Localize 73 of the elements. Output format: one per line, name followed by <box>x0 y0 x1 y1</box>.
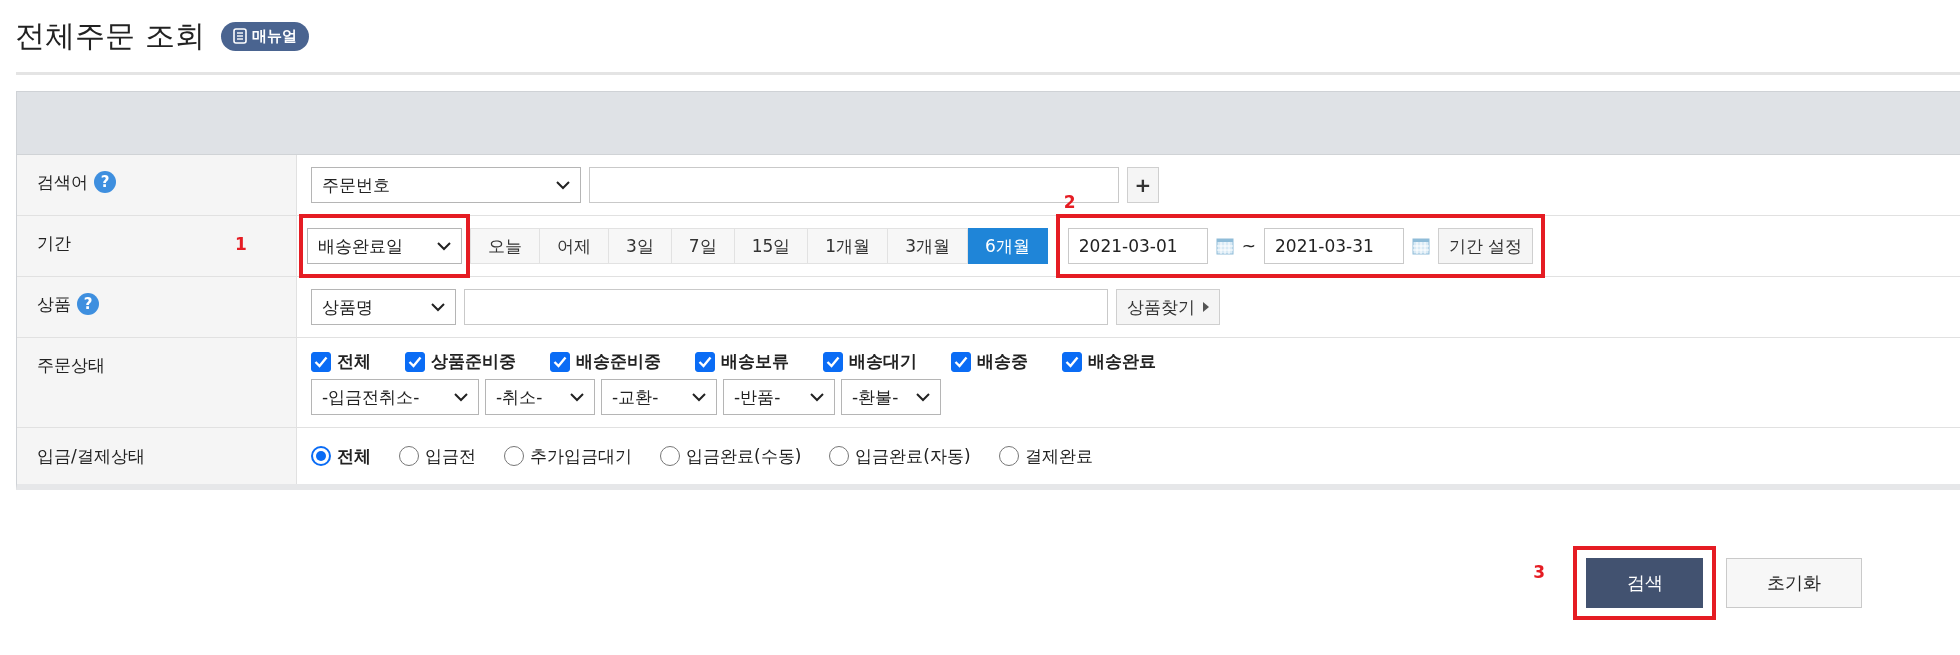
checkbox-label: 배송완료 <box>1088 350 1156 373</box>
checkbox[interactable] <box>951 351 971 372</box>
chevron-down-icon <box>454 392 468 402</box>
chevron-down-icon <box>431 302 445 312</box>
search-button[interactable]: 검색 <box>1586 558 1703 608</box>
period-tab[interactable]: 3개월 <box>888 228 968 264</box>
chevron-down-icon <box>570 392 584 402</box>
radio-button[interactable] <box>311 446 331 466</box>
set-period-button[interactable]: 기간 설정 <box>1438 228 1534 264</box>
radio-label: 전체 <box>337 444 371 468</box>
checkbox-label: 배송중 <box>977 350 1028 373</box>
radio-label: 결제완료 <box>1024 444 1093 468</box>
chevron-down-icon <box>692 392 706 402</box>
dropdown[interactable]: 배송완료일 <box>307 228 462 264</box>
period-tab[interactable]: 오늘 <box>471 228 540 264</box>
checkbox-label: 전체 <box>337 350 371 373</box>
field-label: 상품 <box>37 293 71 316</box>
dropdown[interactable]: 주문번호 <box>311 167 581 203</box>
input-field[interactable]: 2021-03-01 <box>1067 228 1208 264</box>
chevron-down-icon <box>916 392 930 402</box>
checkbox[interactable] <box>550 351 570 372</box>
find-product-button[interactable]: 상품찾기 <box>1116 289 1220 325</box>
dropdown[interactable]: -입금전취소- <box>311 379 479 415</box>
checkbox-label: 배송준비중 <box>576 350 661 373</box>
dropdown[interactable]: -환불- <box>841 379 941 415</box>
field-label: 검색어 <box>37 171 88 194</box>
checkbox-label: 배송대기 <box>849 350 917 373</box>
dropdown[interactable]: -교환- <box>601 379 717 415</box>
calendar-icon[interactable] <box>1412 237 1431 255</box>
checkbox-label: 배송보류 <box>721 350 789 373</box>
dropdown[interactable]: 상품명 <box>311 289 456 325</box>
callout-number: 2 <box>1063 192 1076 212</box>
input-field[interactable] <box>464 289 1108 325</box>
radio-label: 입금완료(자동) <box>855 444 971 468</box>
period-tab[interactable]: 6개월 <box>967 228 1048 264</box>
checkbox[interactable] <box>823 351 843 372</box>
period-tab[interactable]: 7일 <box>671 228 735 264</box>
chevron-down-icon <box>810 392 824 402</box>
radio-label: 입금완료(수동) <box>686 444 802 468</box>
reset-button[interactable]: 초기화 <box>1726 558 1862 608</box>
callout-number: 3 <box>1533 562 1545 582</box>
callout-number: 1 <box>235 234 247 254</box>
checkbox[interactable] <box>1062 351 1082 372</box>
field-label: 주문상태 <box>37 354 105 377</box>
radio-button[interactable] <box>399 446 419 466</box>
input-field[interactable]: 2021-03-31 <box>1264 228 1405 264</box>
checkbox[interactable] <box>311 351 331 372</box>
chevron-down-icon <box>556 180 570 190</box>
dropdown[interactable]: -취소- <box>485 379 595 415</box>
radio-button[interactable] <box>998 446 1019 466</box>
period-tab[interactable]: 어제 <box>540 228 609 264</box>
radio-label: 추가입금대기 <box>530 444 632 468</box>
radio-button[interactable] <box>504 446 524 466</box>
radio-button[interactable] <box>829 446 850 466</box>
add-button[interactable]: + <box>1127 167 1159 203</box>
document-icon <box>232 28 247 44</box>
dropdown[interactable]: -반품- <box>723 379 835 415</box>
field-label: 입금/결제상태 <box>37 445 145 468</box>
period-tab[interactable]: 3일 <box>609 228 672 264</box>
calendar-icon[interactable] <box>1215 237 1234 255</box>
page-title: 전체주문 조회 <box>15 16 205 55</box>
radio-button[interactable] <box>660 446 680 466</box>
manual-button[interactable]: 매뉴얼 <box>220 21 309 51</box>
field-label: 기간 <box>37 232 71 255</box>
checkbox-label: 상품준비중 <box>431 350 516 373</box>
period-tab[interactable]: 1개월 <box>808 228 889 264</box>
period-tab[interactable]: 15일 <box>734 228 809 264</box>
radio-label: 입금전 <box>425 444 476 468</box>
checkbox[interactable] <box>405 351 425 372</box>
checkbox[interactable] <box>695 351 715 372</box>
triangle-right-icon <box>1203 302 1209 312</box>
range-separator: ~ <box>1241 236 1257 256</box>
chevron-down-icon <box>437 241 451 251</box>
